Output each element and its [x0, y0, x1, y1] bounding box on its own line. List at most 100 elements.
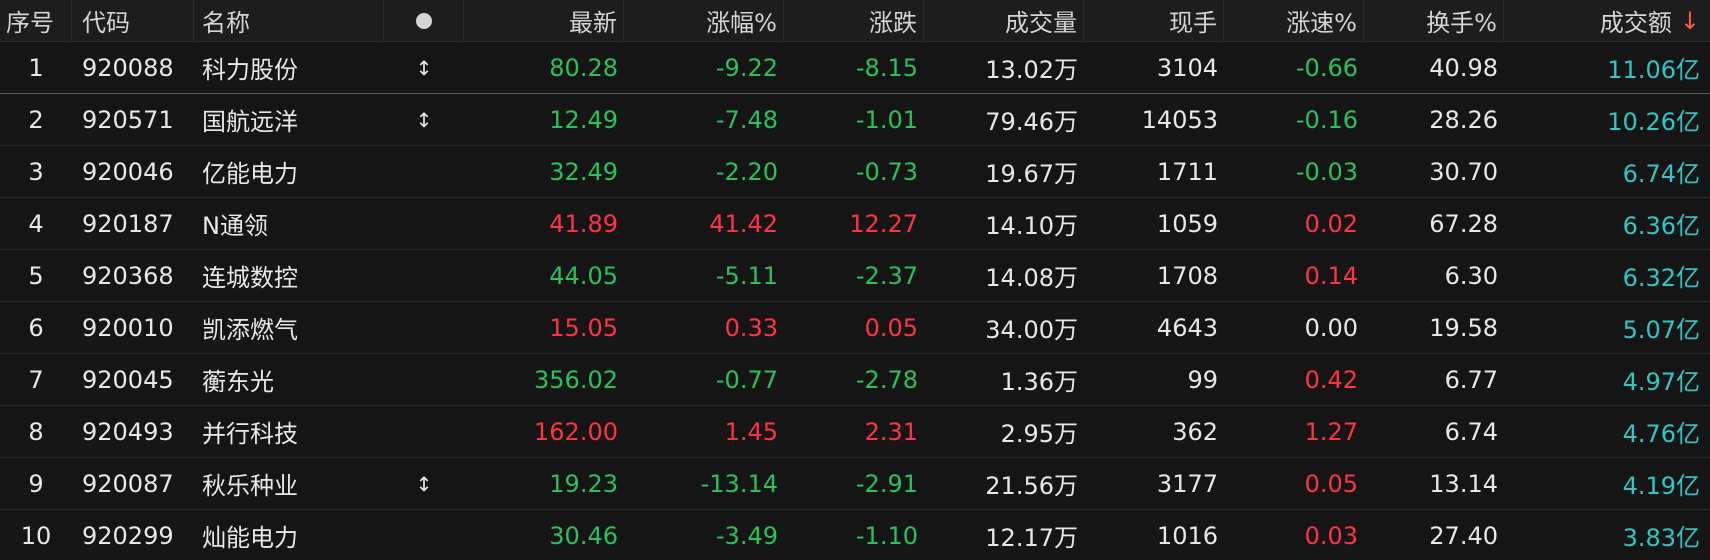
- cell-name: 国航远洋: [202, 108, 298, 136]
- cell-code: 920045: [82, 365, 174, 394]
- cell-change: -0.73: [855, 157, 918, 186]
- updown-arrow-icon: ↕: [415, 55, 433, 80]
- cell-index: 7: [28, 365, 44, 394]
- cell-code: 920571: [82, 105, 174, 134]
- col-header-index[interactable]: 序号: [0, 0, 72, 41]
- cell-last: 41.89: [549, 209, 618, 238]
- table-row[interactable]: 2 920571 国航远洋 ↕ 12.49 -7.48 -1.01 79.46万 14053 -0…: [0, 94, 1710, 146]
- cell-hand: 1708: [1156, 261, 1218, 290]
- cell-speed: -0.16: [1295, 105, 1358, 134]
- col-header-last[interactable]: 最新: [464, 0, 624, 41]
- cell-hand: 14053: [1141, 105, 1218, 134]
- col-header-speed[interactable]: 涨速%: [1224, 0, 1364, 41]
- cell-code: 920187: [82, 209, 174, 238]
- cell-last: 44.05: [549, 261, 618, 290]
- cell-index: 3: [28, 157, 44, 186]
- col-header-turnover[interactable]: 换手%: [1364, 0, 1504, 41]
- cell-volume: 13.02万: [985, 56, 1078, 84]
- cell-speed: 0.05: [1304, 469, 1358, 498]
- cell-volume: 14.08万: [985, 264, 1078, 292]
- col-header-amount[interactable]: 成交额 ↓: [1504, 0, 1710, 41]
- col-header-code[interactable]: 代码: [72, 0, 194, 41]
- cell-change: -2.78: [855, 365, 918, 394]
- cell-change: 2.31: [864, 417, 918, 446]
- cell-name: 凯添燃气: [202, 316, 298, 344]
- cell-name: 连城数控: [202, 264, 298, 292]
- col-header-marker[interactable]: [384, 0, 464, 41]
- table-row[interactable]: 5 920368 连城数控 44.05 -5.11 -2.37 14.08万 1708 0.14…: [0, 250, 1710, 302]
- cell-speed: 0.14: [1304, 261, 1358, 290]
- cell-turnover: 6.30: [1444, 261, 1498, 290]
- table-row[interactable]: 6 920010 凯添燃气 15.05 0.33 0.05 34.00万 4643 0.00 19…: [0, 302, 1710, 354]
- cell-pct: -13.14: [700, 469, 778, 498]
- col-header-pct[interactable]: 涨幅%: [624, 0, 784, 41]
- cell-pct: 1.45: [724, 417, 778, 446]
- cell-index: 10: [20, 521, 52, 550]
- table-row[interactable]: 4 920187 N通领 41.89 41.42 12.27 14.10万 1059 0.02 6…: [0, 198, 1710, 250]
- col-header-change[interactable]: 涨跌: [784, 0, 924, 41]
- cell-volume: 21.56万: [985, 472, 1078, 500]
- cell-volume: 19.67万: [985, 160, 1078, 188]
- cell-index: 4: [28, 209, 44, 238]
- cell-name: 并行科技: [202, 420, 298, 448]
- cell-amount: 5.07亿: [1622, 316, 1700, 344]
- cell-volume: 2.95万: [1000, 420, 1078, 448]
- cell-hand: 3177: [1156, 469, 1218, 498]
- cell-last: 162.00: [534, 417, 618, 446]
- cell-code: 920087: [82, 469, 174, 498]
- col-header-volume[interactable]: 成交量: [924, 0, 1084, 41]
- cell-name: 灿能电力: [202, 524, 298, 552]
- table-row[interactable]: 9 920087 秋乐种业 ↕ 19.23 -13.14 -2.91 21.56万 3177 0.…: [0, 458, 1710, 510]
- cell-amount: 10.26亿: [1607, 108, 1700, 136]
- table-row[interactable]: 10 920299 灿能电力 30.46 -3.49 -1.10 12.17万 1016 0.0…: [0, 510, 1710, 560]
- sort-desc-icon: ↓: [1679, 6, 1700, 35]
- cell-volume: 34.00万: [985, 316, 1078, 344]
- cell-code: 920368: [82, 261, 174, 290]
- cell-amount: 4.76亿: [1622, 420, 1700, 448]
- cell-pct: -5.11: [715, 261, 778, 290]
- cell-amount: 4.19亿: [1622, 472, 1700, 500]
- col-header-hand[interactable]: 现手: [1084, 0, 1224, 41]
- cell-hand: 99: [1187, 365, 1218, 394]
- table-row[interactable]: 7 920045 蘅东光 356.02 -0.77 -2.78 1.36万 99 0.42 6.7…: [0, 354, 1710, 406]
- table-row[interactable]: 1 920088 科力股份 ↕ 80.28 -9.22 -8.15 13.02万 3104 -0.…: [0, 42, 1710, 94]
- table-row[interactable]: 8 920493 并行科技 162.00 1.45 2.31 2.95万 362 1.27 6.7…: [0, 406, 1710, 458]
- cell-turnover: 13.14: [1429, 469, 1498, 498]
- updown-arrow-icon: [384, 510, 464, 560]
- cell-index: 2: [28, 105, 44, 134]
- cell-name: 亿能电力: [202, 160, 298, 188]
- cell-name: 秋乐种业: [202, 472, 298, 500]
- cell-code: 920493: [82, 417, 174, 446]
- cell-index: 8: [28, 417, 44, 446]
- updown-arrow-icon: [384, 354, 464, 405]
- cell-index: 9: [28, 469, 44, 498]
- cell-hand: 1016: [1156, 521, 1218, 550]
- cell-volume: 12.17万: [985, 524, 1078, 552]
- cell-hand: 1711: [1156, 157, 1218, 186]
- cell-pct: 41.42: [709, 209, 778, 238]
- cell-pct: -7.48: [715, 105, 778, 134]
- cell-change: -1.10: [855, 521, 918, 550]
- table-row[interactable]: 3 920046 亿能电力 32.49 -2.20 -0.73 19.67万 1711 -0.0…: [0, 146, 1710, 198]
- updown-arrow-icon: [384, 146, 464, 197]
- cell-volume: 79.46万: [985, 108, 1078, 136]
- cell-turnover: 30.70: [1429, 157, 1498, 186]
- cell-code: 920299: [82, 521, 174, 550]
- cell-turnover: 6.74: [1444, 417, 1498, 446]
- cell-speed: -0.03: [1295, 157, 1358, 186]
- cell-index: 5: [28, 261, 44, 290]
- cell-amount: 6.74亿: [1622, 160, 1700, 188]
- cell-amount: 6.36亿: [1622, 212, 1700, 240]
- cell-name: 科力股份: [202, 56, 298, 84]
- cell-hand: 362: [1172, 417, 1218, 446]
- cell-last: 19.23: [549, 469, 618, 498]
- cell-pct: 0.33: [724, 313, 778, 342]
- cell-hand: 4643: [1156, 313, 1218, 342]
- col-header-name[interactable]: 名称: [194, 0, 384, 41]
- cell-speed: 0.02: [1304, 209, 1358, 238]
- cell-speed: 1.27: [1304, 417, 1358, 446]
- cell-amount: 6.32亿: [1622, 264, 1700, 292]
- cell-pct: -2.20: [715, 157, 778, 186]
- cell-speed: 0.03: [1304, 521, 1358, 550]
- cell-turnover: 6.77: [1444, 365, 1498, 394]
